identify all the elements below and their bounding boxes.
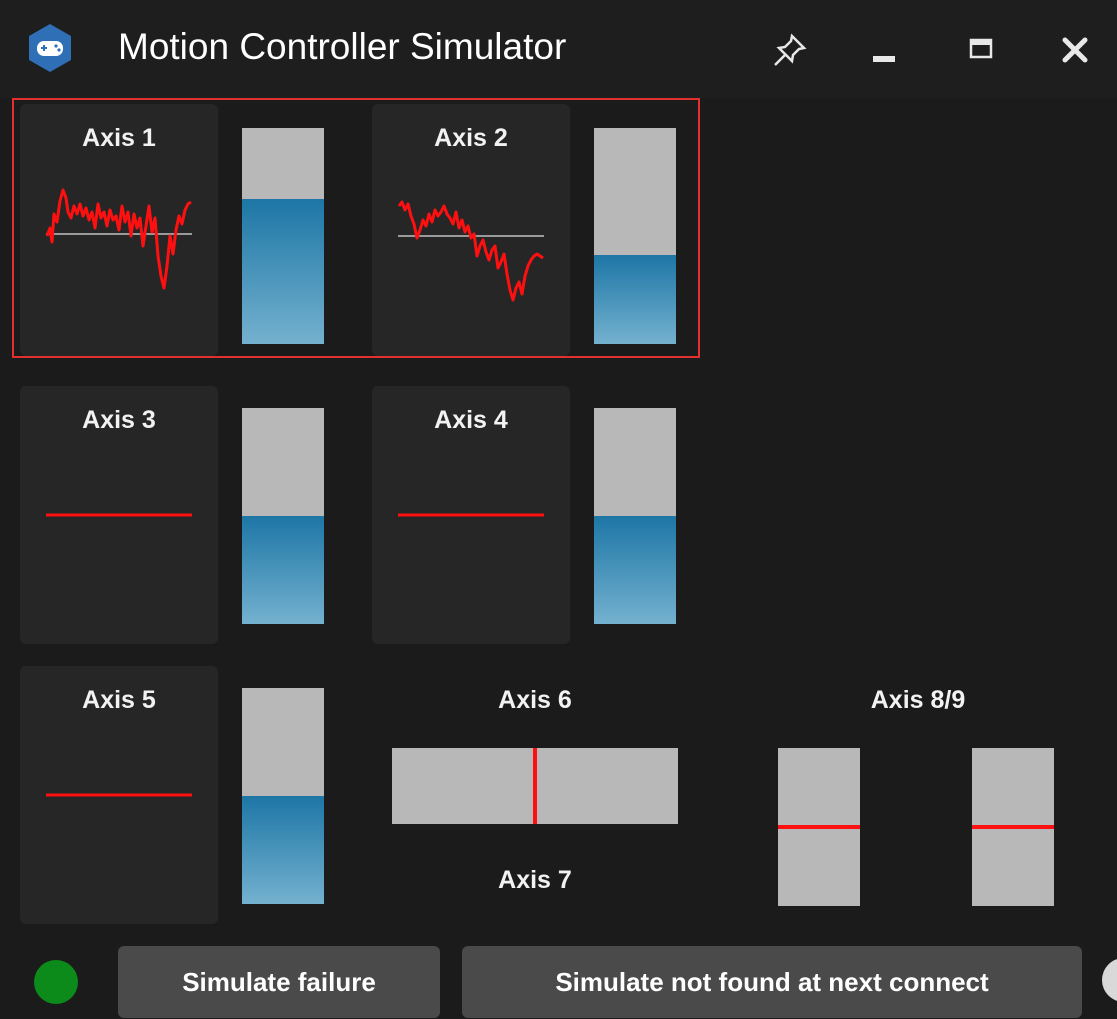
axis5-bar	[242, 688, 324, 904]
axis2-label: Axis 2	[434, 124, 508, 152]
minimize-icon[interactable]	[865, 30, 905, 70]
axis5-bar-fill	[242, 796, 324, 904]
gamepad-icon	[29, 24, 71, 72]
pin-icon[interactable]	[770, 30, 810, 70]
axis2-panel: Axis 2	[372, 104, 570, 356]
axis8-marker	[778, 825, 860, 829]
axis5-panel: Axis 5	[20, 666, 218, 924]
axis2-trace	[397, 200, 544, 302]
axis4-panel: Axis 4	[372, 386, 570, 644]
axis4-bar	[594, 408, 676, 624]
axis1-panel: Axis 1	[20, 104, 218, 356]
axis7-label: Axis 7	[498, 866, 572, 894]
simulate-failure-button[interactable]: Simulate failure	[118, 946, 440, 1018]
axis5-label: Axis 5	[82, 686, 156, 714]
axis2-bar-fill	[594, 255, 676, 344]
axis3-bar	[242, 408, 324, 624]
connection-status-indicator	[34, 960, 78, 1004]
title-bar: Motion Controller Simulator	[0, 0, 1117, 98]
axis3-trace	[46, 513, 192, 517]
axis5-trace	[46, 793, 192, 797]
axis1-label: Axis 1	[82, 124, 156, 152]
partial-toggle[interactable]	[1102, 958, 1117, 1002]
axis6-label: Axis 6	[498, 686, 572, 714]
maximize-icon[interactable]	[962, 30, 1002, 70]
axis8-bar	[778, 748, 860, 906]
axis4-label: Axis 4	[434, 406, 508, 434]
axis3-bar-fill	[242, 516, 324, 624]
axis9-marker	[972, 825, 1054, 829]
axis1-bar	[242, 128, 324, 344]
axis4-bar-fill	[594, 516, 676, 624]
axis3-panel: Axis 3	[20, 386, 218, 644]
axis9-bar	[972, 748, 1054, 906]
axis6-marker	[533, 748, 537, 824]
axis6-bar	[392, 748, 678, 824]
axis4-trace	[398, 513, 544, 517]
axis2-bar	[594, 128, 676, 344]
simulate-not-found-button[interactable]: Simulate not found at next connect	[462, 946, 1082, 1018]
axis3-label: Axis 3	[82, 406, 156, 434]
axis89-label: Axis 8/9	[870, 686, 966, 714]
window-title: Motion Controller Simulator	[118, 26, 567, 67]
axis1-trace	[45, 188, 192, 290]
axis1-bar-fill	[242, 199, 324, 344]
close-icon[interactable]	[1055, 30, 1095, 70]
